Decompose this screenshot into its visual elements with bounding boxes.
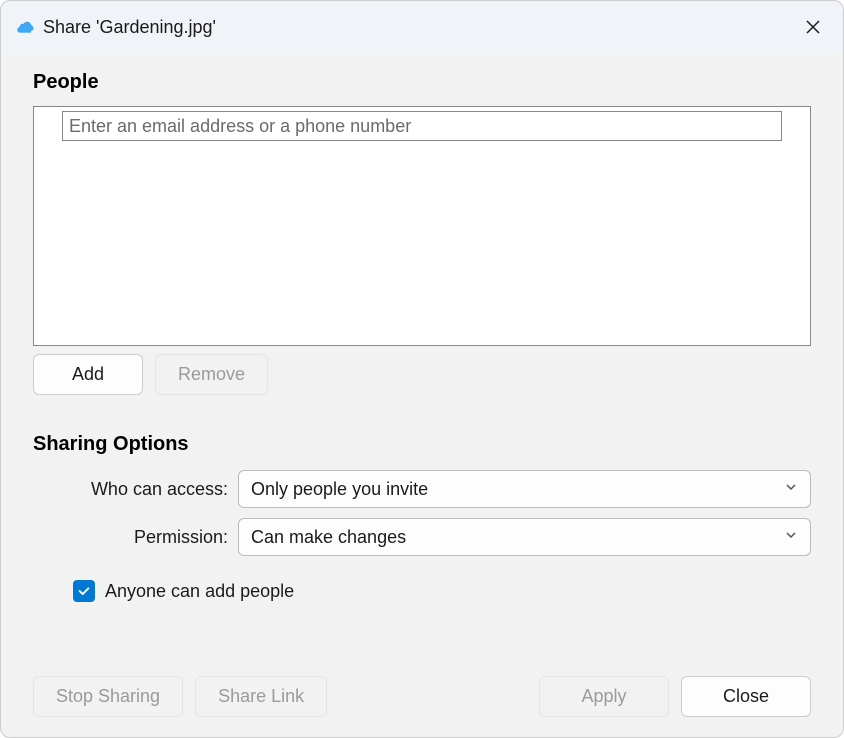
content-area: People Add Remove Sharing Options Who ca… [1, 53, 843, 737]
permission-row: Permission: Can make changes [33, 518, 811, 556]
permission-label: Permission: [33, 527, 238, 548]
who-can-access-select[interactable]: Only people you invite [238, 470, 811, 508]
share-dialog: Share 'Gardening.jpg' People Add Remove … [0, 0, 844, 738]
close-icon [805, 19, 821, 35]
people-heading: People [33, 71, 811, 94]
close-button[interactable]: Close [681, 676, 811, 717]
check-icon [77, 584, 91, 598]
stop-sharing-button[interactable]: Stop Sharing [33, 676, 183, 717]
anyone-add-row: Anyone can add people [73, 580, 811, 602]
footer-row: Stop Sharing Share Link Apply Close [33, 656, 811, 717]
icloud-icon [15, 17, 35, 37]
apply-button[interactable]: Apply [539, 676, 669, 717]
anyone-add-checkbox[interactable] [73, 580, 95, 602]
titlebar: Share 'Gardening.jpg' [1, 1, 843, 53]
footer-left: Stop Sharing Share Link [33, 676, 327, 717]
people-buttons-row: Add Remove [33, 354, 811, 395]
permission-select[interactable]: Can make changes [238, 518, 811, 556]
who-can-access-row: Who can access: Only people you invite [33, 470, 811, 508]
dialog-title: Share 'Gardening.jpg' [43, 17, 216, 38]
share-link-button[interactable]: Share Link [195, 676, 327, 717]
add-button[interactable]: Add [33, 354, 143, 395]
people-list-box [33, 106, 811, 346]
close-window-button[interactable] [797, 11, 829, 43]
footer-right: Apply Close [539, 676, 811, 717]
who-can-access-label: Who can access: [33, 479, 238, 500]
titlebar-left: Share 'Gardening.jpg' [15, 17, 216, 38]
who-can-access-select-wrap: Only people you invite [238, 470, 811, 508]
anyone-add-label: Anyone can add people [105, 581, 294, 602]
permission-select-wrap: Can make changes [238, 518, 811, 556]
remove-button[interactable]: Remove [155, 354, 268, 395]
email-input[interactable] [62, 111, 782, 141]
sharing-options-heading: Sharing Options [33, 433, 811, 456]
